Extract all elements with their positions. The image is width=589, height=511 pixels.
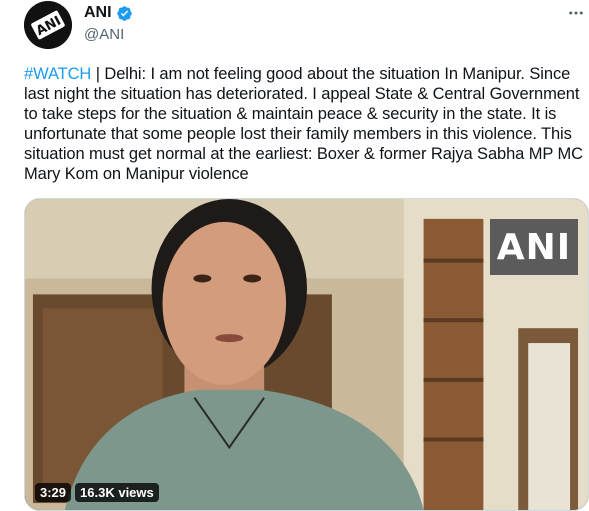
- tweet-card: ANI ANI @ANI #WATCH | Delhi: I am not fe…: [0, 0, 589, 511]
- video-player[interactable]: ANI 3:29 16.3K views: [24, 198, 589, 511]
- author-avatar[interactable]: ANI: [24, 1, 72, 49]
- ani-watermark: ANI: [490, 219, 578, 275]
- more-horizontal-icon: [569, 11, 583, 15]
- video-meta: 3:29 16.3K views: [35, 483, 159, 502]
- hashtag-link[interactable]: #WATCH: [24, 65, 91, 83]
- tweet-text: #WATCH | Delhi: I am not feeling good ab…: [24, 64, 584, 184]
- video-views: 16.3K views: [75, 483, 159, 502]
- author-display-name[interactable]: ANI: [84, 4, 112, 22]
- ani-logo-icon: ANI: [24, 1, 72, 49]
- author-handle[interactable]: @ANI: [84, 26, 124, 43]
- author-name-row[interactable]: ANI: [84, 4, 133, 22]
- tweet-body: | Delhi: I am not feeling good about the…: [24, 65, 583, 183]
- verified-badge-icon: [116, 5, 133, 22]
- video-duration: 3:29: [35, 483, 72, 502]
- more-options-button[interactable]: [566, 4, 586, 22]
